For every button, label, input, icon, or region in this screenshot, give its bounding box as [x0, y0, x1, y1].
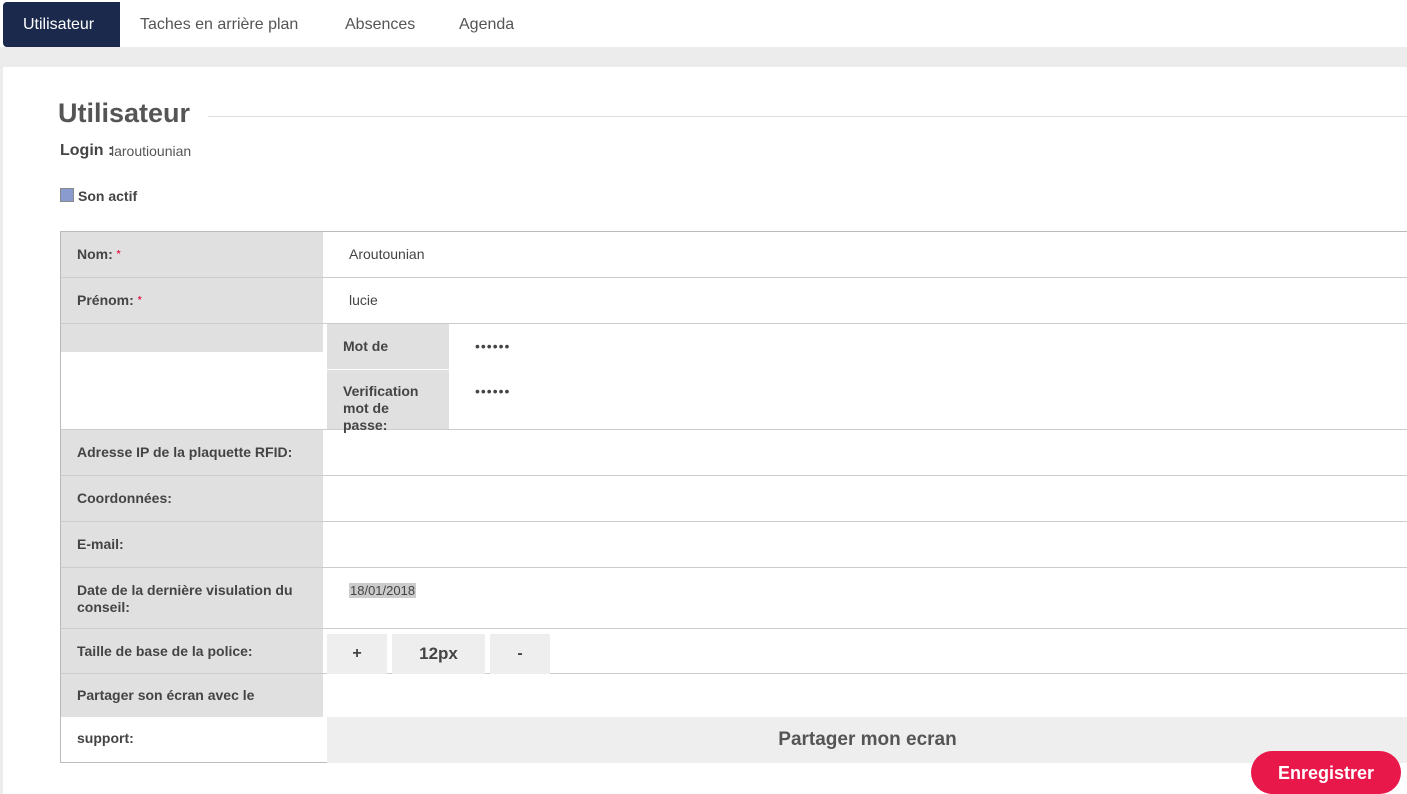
prenom-field[interactable]: lucie [349, 292, 378, 308]
font-size-decrease-button[interactable]: - [490, 634, 550, 674]
tab-bar: Utilisateur Taches en arrière plan Absen… [0, 0, 1407, 47]
prenom-label: Prénom: * [61, 278, 323, 323]
password-label: Mot de passe: [327, 324, 449, 399]
password-field[interactable]: •••••• [475, 338, 510, 354]
password-group-label [61, 324, 323, 352]
font-size-label: Taille de base de la police: [61, 629, 323, 673]
font-size-increase-button[interactable]: + [327, 634, 387, 674]
active-checkbox[interactable] [60, 188, 74, 202]
login-label: Login : [60, 142, 114, 159]
active-label: Son actif [78, 188, 138, 204]
tab-taches-arriere-plan[interactable]: Taches en arrière plan [120, 2, 318, 47]
required-mark: * [116, 249, 121, 260]
nom-label: Nom: * [61, 232, 323, 277]
tab-agenda[interactable]: Agenda [439, 2, 534, 47]
ip-rfid-label: Adresse IP de la plaquette RFID: [61, 430, 323, 475]
page-title: Utilisateur [58, 98, 191, 128]
login-value: laroutiounian [111, 143, 192, 159]
save-button[interactable]: Enregistrer [1251, 751, 1401, 794]
password-verify-label: Verification mot de passe: [327, 370, 449, 433]
required-mark: * [137, 295, 142, 306]
title-divider [208, 116, 1407, 117]
password-verify-field[interactable]: •••••• [475, 383, 510, 399]
last-advice-date-field[interactable]: 18/01/2018 [349, 583, 417, 598]
nom-field[interactable]: Aroutounian [349, 246, 425, 262]
tab-absences[interactable]: Absences [325, 2, 435, 47]
email-label: E-mail: [61, 522, 323, 567]
coordonnees-label: Coordonnées: [61, 476, 323, 521]
tab-utilisateur[interactable]: Utilisateur [3, 2, 120, 47]
user-form: Nom: * Aroutounian Prénom: * lucie Mot d… [60, 231, 1407, 763]
share-screen-button[interactable]: Partager mon ecran [327, 717, 1407, 763]
share-screen-label: Partager son écran avec le support: [61, 674, 323, 746]
last-advice-label: Date de la dernière visulation du conseil… [61, 568, 323, 628]
font-size-value: 12px [392, 634, 485, 674]
